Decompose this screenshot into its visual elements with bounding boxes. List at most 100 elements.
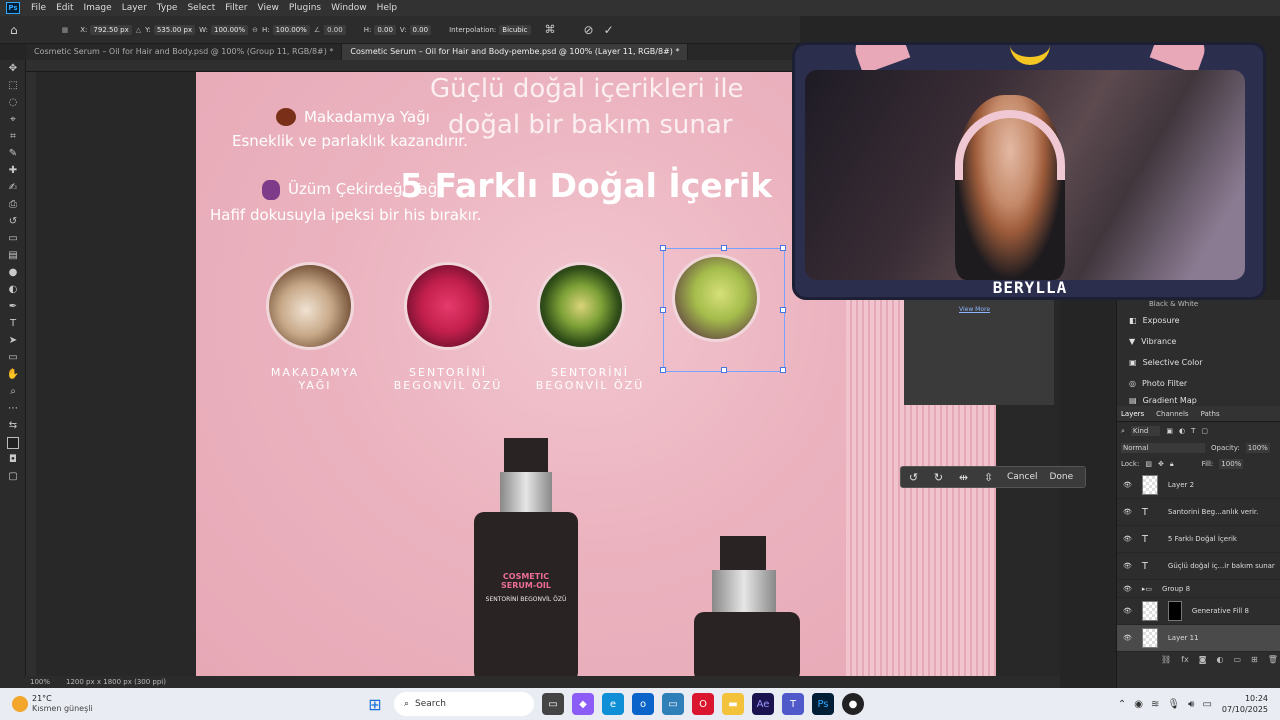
lock-position-icon[interactable]: ✥ [1158,460,1164,468]
layer-row[interactable]: 👁︎ T Santorini Beg...anlık verir. [1117,499,1280,526]
h-field[interactable]: H: 100.00% [262,24,310,35]
opacity-input[interactable]: 100% [1245,443,1270,453]
obs-icon[interactable]: ● [842,693,864,715]
visibility-eye-icon[interactable]: 👁︎ [1123,607,1132,615]
layer-row[interactable]: 👁︎ Layer 2 [1117,472,1280,499]
new-group-icon[interactable]: ▭ [1233,655,1241,664]
copilot-icon[interactable]: ◆ [572,693,594,715]
adjustment-gradient-map[interactable]: ▤ Gradient Map [1117,394,1280,406]
adjustment-layer-icon[interactable]: ◐ [1216,655,1223,664]
menu-image[interactable]: Image [79,3,117,13]
network-icon[interactable]: ◉ [1134,699,1143,710]
object-select-tool-icon[interactable]: ⌖ [0,111,26,128]
tray-icons[interactable]: ⌃ ◉ ≋ 🎙︎ 🔊︎ ▭ [1118,699,1212,710]
tab-channels[interactable]: Channels [1156,410,1188,418]
transform-handle-mr[interactable] [780,307,786,313]
visibility-eye-icon[interactable]: 👁︎ [1123,585,1132,593]
rotate-right-icon[interactable]: ↻ [926,471,951,484]
battery-icon[interactable]: ▭ [1202,699,1211,710]
visibility-eye-icon[interactable]: 👁︎ [1123,535,1132,543]
flip-vertical-icon[interactable]: ⇳ [976,471,1001,484]
stamp-tool-icon[interactable]: ⎙ [0,196,26,213]
new-layer-icon[interactable]: ⊞ [1251,655,1258,664]
layer-row[interactable]: 👁︎ ▸▭ Group 8 [1117,580,1280,598]
transform-handle-tl[interactable] [660,245,666,251]
transform-handle-tr[interactable] [780,245,786,251]
opera-icon[interactable]: O [692,693,714,715]
lock-all-icon[interactable]: 🔒︎ [1170,460,1174,469]
menu-filter[interactable]: Filter [220,3,252,13]
y-input[interactable]: 535.00 px [153,24,196,35]
filter-pixel-icon[interactable]: ▣ [1166,427,1173,435]
visibility-eye-icon[interactable]: 👁︎ [1123,562,1132,570]
zoom-level[interactable]: 100% [30,678,50,686]
flip-horizontal-icon[interactable]: ⇹ [951,471,976,484]
view-more-link[interactable]: View More [959,306,990,313]
reference-point-icon[interactable]: ▦ [62,26,69,34]
done-button[interactable]: Done [1044,472,1080,482]
dodge-tool-icon[interactable]: ◐ [0,281,26,298]
adjustment-vibrance[interactable]: ▼ Vibrance [1117,331,1280,352]
microphone-icon[interactable]: 🎙︎ [1167,699,1180,710]
start-icon[interactable]: ⊞ [364,693,386,715]
transform-handle-bc[interactable] [721,367,727,373]
gradient-tool-icon[interactable]: ▤ [0,247,26,264]
menu-layer[interactable]: Layer [117,3,152,13]
pen-tool-icon[interactable]: ✒ [0,298,26,315]
quick-mask-icon[interactable]: ◘ [0,451,26,468]
kind-filter-select[interactable]: Kind [1130,426,1161,436]
brush-tool-icon[interactable]: ✍ [0,179,26,196]
shape-tool-icon[interactable]: ▭ [0,349,26,366]
tab-document-2[interactable]: Cosmetic Serum – Oil for Hair and Body-p… [342,44,689,60]
eyedropper-tool-icon[interactable]: ✎ [0,145,26,162]
add-mask-icon[interactable]: ◙ [1199,655,1207,664]
layer-row-selected[interactable]: 👁︎ Layer 11 [1117,625,1280,652]
interpolation-select[interactable]: Bicubic [499,24,531,35]
transform-selection-box[interactable] [660,245,786,373]
menu-type[interactable]: Type [152,3,183,13]
adjustment-partial-item[interactable]: Black & White [1117,300,1280,310]
transform-handle-tc[interactable] [721,245,727,251]
layer-row[interactable]: 👁︎ T 5 Farklı Doğal İçerik [1117,526,1280,553]
type-tool-icon[interactable]: T [0,315,26,332]
filter-shape-icon[interactable]: ▢ [1201,427,1208,435]
transform-handle-bl[interactable] [660,367,666,373]
link-icon[interactable]: ⊖ [252,26,258,34]
outlook-icon[interactable]: o [632,693,654,715]
teams-icon[interactable]: T [782,693,804,715]
document-info[interactable]: 1200 px x 1800 px (300 ppi) [66,678,166,686]
menu-plugins[interactable]: Plugins [284,3,326,13]
tab-layers[interactable]: Layers [1121,410,1144,418]
photoshop-taskbar-icon[interactable]: Ps [812,693,834,715]
layer-row[interactable]: 👁︎ T Güçlü doğal iç...ir bakım sunar [1117,553,1280,580]
warp-icon[interactable]: ⌘ [545,23,556,36]
interpolation-field[interactable]: Interpolation: Bicubic [449,24,531,35]
hand-tool-icon[interactable]: ✋ [0,366,26,383]
y-field[interactable]: Y: 535.00 px [145,24,196,35]
visibility-eye-icon[interactable]: 👁︎ [1123,508,1132,516]
home-icon[interactable]: ⌂ [10,23,18,37]
weather-widget[interactable]: 21°C Kısmen güneşli [0,694,360,714]
color-swap-icon[interactable]: ⇆ [0,417,26,434]
file-explorer-icon[interactable]: ▬ [722,693,744,715]
vskew-field[interactable]: V: 0.00 [400,24,432,35]
transform-handle-br[interactable] [780,367,786,373]
chevron-up-icon[interactable]: ⌃ [1118,699,1126,710]
angle-input[interactable]: 0.00 [324,24,346,35]
tab-paths[interactable]: Paths [1201,410,1220,418]
blur-tool-icon[interactable]: ● [0,264,26,281]
delete-layer-icon[interactable]: 🗑︎ [1268,655,1278,664]
wifi-icon[interactable]: ≋ [1151,699,1159,710]
x-input[interactable]: 792.50 px [90,24,132,35]
lasso-tool-icon[interactable]: ◌ [0,94,26,111]
x-field[interactable]: X: 792.50 px [80,24,132,35]
volume-icon[interactable]: 🔊︎ [1188,699,1194,710]
foreground-color-icon[interactable] [0,434,26,451]
cancel-transform-icon[interactable]: ⊘ [584,23,594,37]
commit-transform-icon[interactable]: ✓ [604,23,614,37]
after-effects-icon[interactable]: Ae [752,693,774,715]
hskew-field[interactable]: H: 0.00 [364,24,396,35]
taskbar-search[interactable]: ⌕ Search [394,692,534,716]
filter-adjust-icon[interactable]: ◐ [1179,427,1185,435]
move-tool-icon[interactable]: ✥ [0,60,26,77]
